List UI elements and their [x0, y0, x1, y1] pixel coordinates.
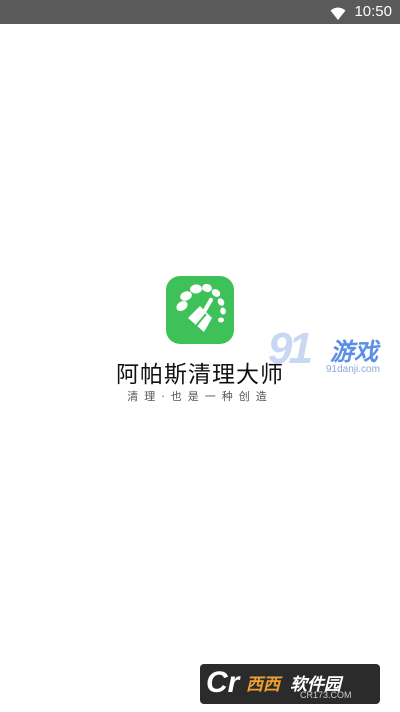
watermark-cr-logo: Cr — [206, 666, 240, 699]
watermark-cr-domain: CR173.COM — [300, 690, 352, 700]
status-time: 10:50 — [354, 3, 392, 20]
watermark-91-logo: 91 — [268, 324, 313, 373]
wifi-icon — [330, 5, 346, 20]
watermark-91danji: 91 游戏 91danji.com — [268, 324, 400, 380]
app-tagline: 清理·也是一种创造 — [127, 390, 273, 403]
broom-leaves-icon — [176, 283, 226, 332]
watermark-91-brand: 游戏 — [330, 338, 378, 366]
watermark-91-domain: 91danji.com — [326, 364, 380, 375]
watermark-cr-title: 西西 — [246, 675, 280, 695]
app-icon — [166, 276, 234, 344]
watermark-cr173: Cr 西西 软件园 CR173.COM — [200, 664, 380, 704]
status-bar: 10:50 — [0, 0, 400, 24]
